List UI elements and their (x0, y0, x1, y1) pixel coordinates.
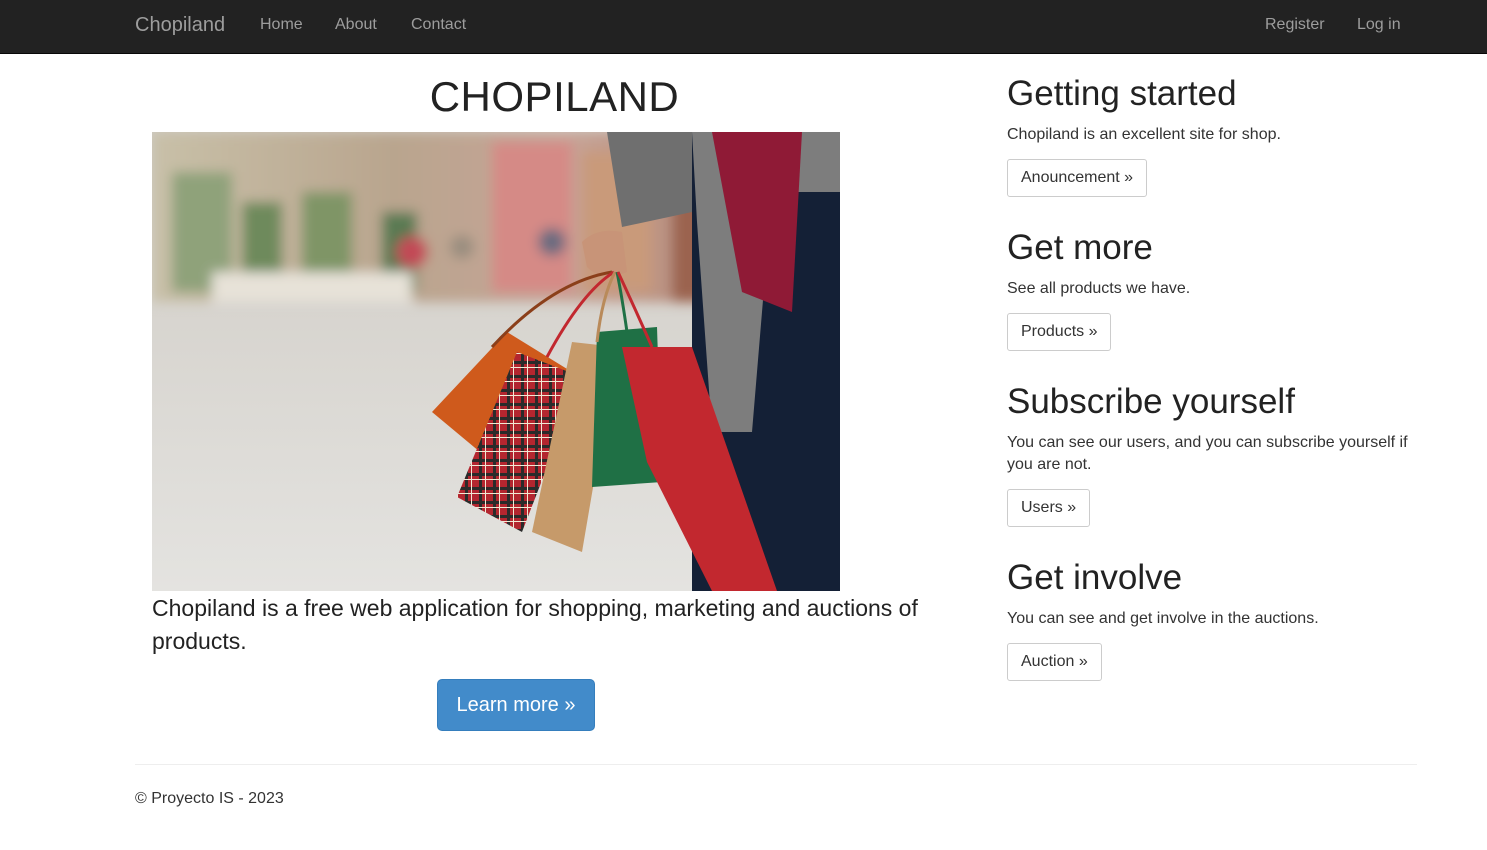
nav-link-contact[interactable]: Contact (411, 15, 466, 35)
nav-link-home[interactable]: Home (260, 15, 303, 35)
section-get-involve: Get involve You can see and get involve … (1007, 558, 1417, 681)
section-text: You can see our users, and you can subsc… (1007, 434, 1408, 473)
section-title: Get more (1007, 228, 1153, 267)
announcement-button[interactable]: Anouncement » (1007, 159, 1148, 197)
section-title: Get involve (1007, 558, 1183, 597)
navbar: Chopiland Home About Contact Register Lo… (0, 0, 1487, 54)
products-button[interactable]: Products » (1007, 313, 1112, 351)
users-button[interactable]: Users » (1007, 489, 1091, 527)
section-getting-started: Getting started Chopiland is an excellen… (1007, 74, 1417, 197)
section-text: You can see and get involve in the aucti… (1007, 610, 1319, 627)
footer-divider (135, 764, 1417, 765)
register-link[interactable]: Register (1265, 15, 1325, 35)
section-title: Subscribe yourself (1007, 382, 1295, 421)
hero-lead-text: Chopiland is a free web application for … (152, 595, 918, 654)
section-get-more: Get more See all products we have. Produ… (1007, 228, 1417, 351)
login-link[interactable]: Log in (1357, 15, 1401, 35)
learn-more-button[interactable]: Learn more » (437, 679, 595, 731)
section-text: See all products we have. (1007, 280, 1191, 297)
section-subscribe-yourself: Subscribe yourself You can see our users… (1007, 382, 1417, 527)
hero-image (152, 132, 840, 591)
footer-text: © Proyecto IS - 2023 (135, 790, 284, 807)
auction-button[interactable]: Auction » (1007, 643, 1102, 681)
nav-link-about[interactable]: About (335, 15, 377, 35)
brand-link[interactable]: Chopiland (135, 13, 225, 37)
section-text: Chopiland is an excellent site for shop. (1007, 126, 1281, 143)
section-title: Getting started (1007, 74, 1237, 113)
page-title: CHOPILAND (429, 73, 680, 120)
